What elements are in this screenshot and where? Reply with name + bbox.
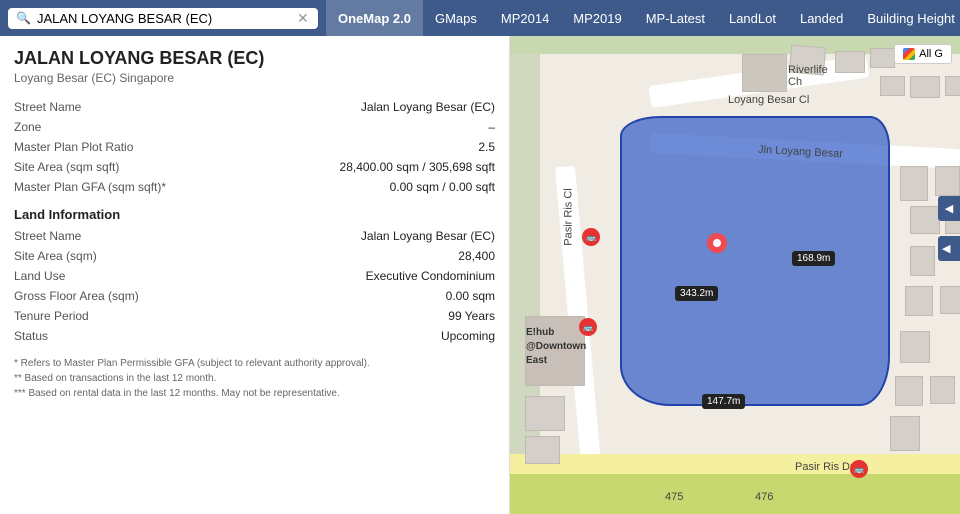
field-value: Executive Condominium [214,266,495,286]
table-row: Site Area (sqm sqft) 28,400.00 sqm / 305… [14,157,495,177]
field-value: Jalan Loyang Besar (EC) [214,226,495,246]
building [789,45,826,76]
table-row: Master Plan GFA (sqm sqft)* 0.00 sqm / 0… [14,177,495,197]
tab-building-height[interactable]: Building Height [855,0,960,36]
field-value: 0.00 sqm / 0.00 sqft [214,177,495,197]
map-toggle-2[interactable]: ◀ [938,236,960,261]
building-ehub [525,316,585,386]
table-row: Street Name Jalan Loyang Besar (EC) [14,97,495,117]
field-label: Street Name [14,226,214,246]
bus-icon-label-3: 🚌 [854,465,864,474]
building-riverlife [742,54,787,92]
building [900,166,928,201]
field-label: Street Name [14,97,214,117]
field-value: 2.5 [214,137,495,157]
footnote-1: * Refers to Master Plan Permissible GFA … [14,356,495,371]
field-value: Jalan Loyang Besar (EC) [214,97,495,117]
building [870,48,895,68]
building [525,396,565,431]
tab-mp2014[interactable]: MP2014 [489,0,561,36]
field-label: Gross Floor Area (sqm) [14,286,214,306]
field-value: Upcoming [214,326,495,346]
footnote-2: ** Based on transactions in the last 12 … [14,371,495,386]
building [910,76,940,98]
table-row: Land Use Executive Condominium [14,266,495,286]
tab-onemap[interactable]: OneMap 2.0 [326,0,423,36]
map-panel[interactable]: RiverlifeCh Loyang Besar Cl Jln Loyang B… [510,36,960,514]
field-value: 28,400 [214,246,495,266]
field-label: Site Area (sqm) [14,246,214,266]
chevron-left-icon: ◀ [945,202,953,215]
bus-icon-label-2: 🚌 [583,323,593,332]
panel-subtitle: Loyang Besar (EC) Singapore [14,71,495,85]
bus-icon-2: 🚌 [579,318,597,336]
search-input[interactable] [37,11,297,26]
table-row: Tenure Period 99 Years [14,306,495,326]
clear-icon[interactable]: ✕ [297,10,309,27]
field-label: Master Plan GFA (sqm sqft)* [14,177,214,197]
map-label-loyang-besar-cl: Loyang Besar Cl [728,94,809,106]
all-g-button[interactable]: All G [894,44,952,64]
panel-title: JALAN LOYANG BESAR (EC) [14,48,495,69]
building [910,206,940,234]
building [945,76,960,96]
main-content: JALAN LOYANG BESAR (EC) Loyang Besar (EC… [0,36,960,514]
field-label: Site Area (sqm sqft) [14,157,214,177]
building [905,286,933,316]
field-label: Master Plan Plot Ratio [14,137,214,157]
building [935,166,960,196]
land-info-section-title: Land Information [14,207,495,222]
search-icon: 🔍 [16,11,31,25]
tab-gmaps[interactable]: GMaps [423,0,489,36]
building [525,436,560,464]
field-value: 0.00 sqm [214,286,495,306]
building [930,376,955,404]
table-row: Site Area (sqm) 28,400 [14,246,495,266]
tab-landlot[interactable]: LandLot [717,0,788,36]
bus-icon-label-1: 🚌 [586,233,596,242]
footnotes: * Refers to Master Plan Permissible GFA … [14,356,495,401]
field-value: – [214,117,495,137]
field-label: Zone [14,117,214,137]
field-label: Tenure Period [14,306,214,326]
map-toggle-1[interactable]: ◀ [938,196,960,221]
table-row: Gross Floor Area (sqm) 0.00 sqm [14,286,495,306]
map-background: RiverlifeCh Loyang Besar Cl Jln Loyang B… [510,36,960,514]
building [940,286,960,314]
master-plan-table: Street Name Jalan Loyang Besar (EC) Zone… [14,97,495,197]
bus-icon-1: 🚌 [582,228,600,246]
field-label: Status [14,326,214,346]
chevron-left-icon-2: ◀ [942,243,950,255]
building [835,51,865,73]
highlighted-plot [620,116,890,406]
bus-icon-3: 🚌 [850,460,868,478]
search-bar[interactable]: 🔍 ✕ [8,8,318,29]
land-info-table: Street Name Jalan Loyang Besar (EC) Site… [14,226,495,346]
table-row: Master Plan Plot Ratio 2.5 [14,137,495,157]
nav-tabs: OneMap 2.0 GMaps MP2014 MP2019 MP-Latest… [326,0,960,36]
location-pin [705,231,729,255]
tab-mp-latest[interactable]: MP-Latest [634,0,717,36]
building [890,416,920,451]
all-g-label: All G [919,48,943,60]
building [900,331,930,363]
field-value: 28,400.00 sqm / 305,698 sqft [214,157,495,177]
footnote-3: *** Based on rental data in the last 12 … [14,386,495,401]
top-navigation: 🔍 ✕ OneMap 2.0 GMaps MP2014 MP2019 MP-La… [0,0,960,36]
building [910,246,935,276]
road-pasir-ris-dr [510,454,960,474]
table-row: Status Upcoming [14,326,495,346]
table-row: Street Name Jalan Loyang Besar (EC) [14,226,495,246]
building [880,76,905,96]
building [895,376,923,406]
tab-landed[interactable]: Landed [788,0,855,36]
all-g-icon [903,48,915,60]
table-row: Zone – [14,117,495,137]
field-label: Land Use [14,266,214,286]
tab-mp2019[interactable]: MP2019 [561,0,633,36]
field-value: 99 Years [214,306,495,326]
left-panel: JALAN LOYANG BESAR (EC) Loyang Besar (EC… [0,36,510,514]
